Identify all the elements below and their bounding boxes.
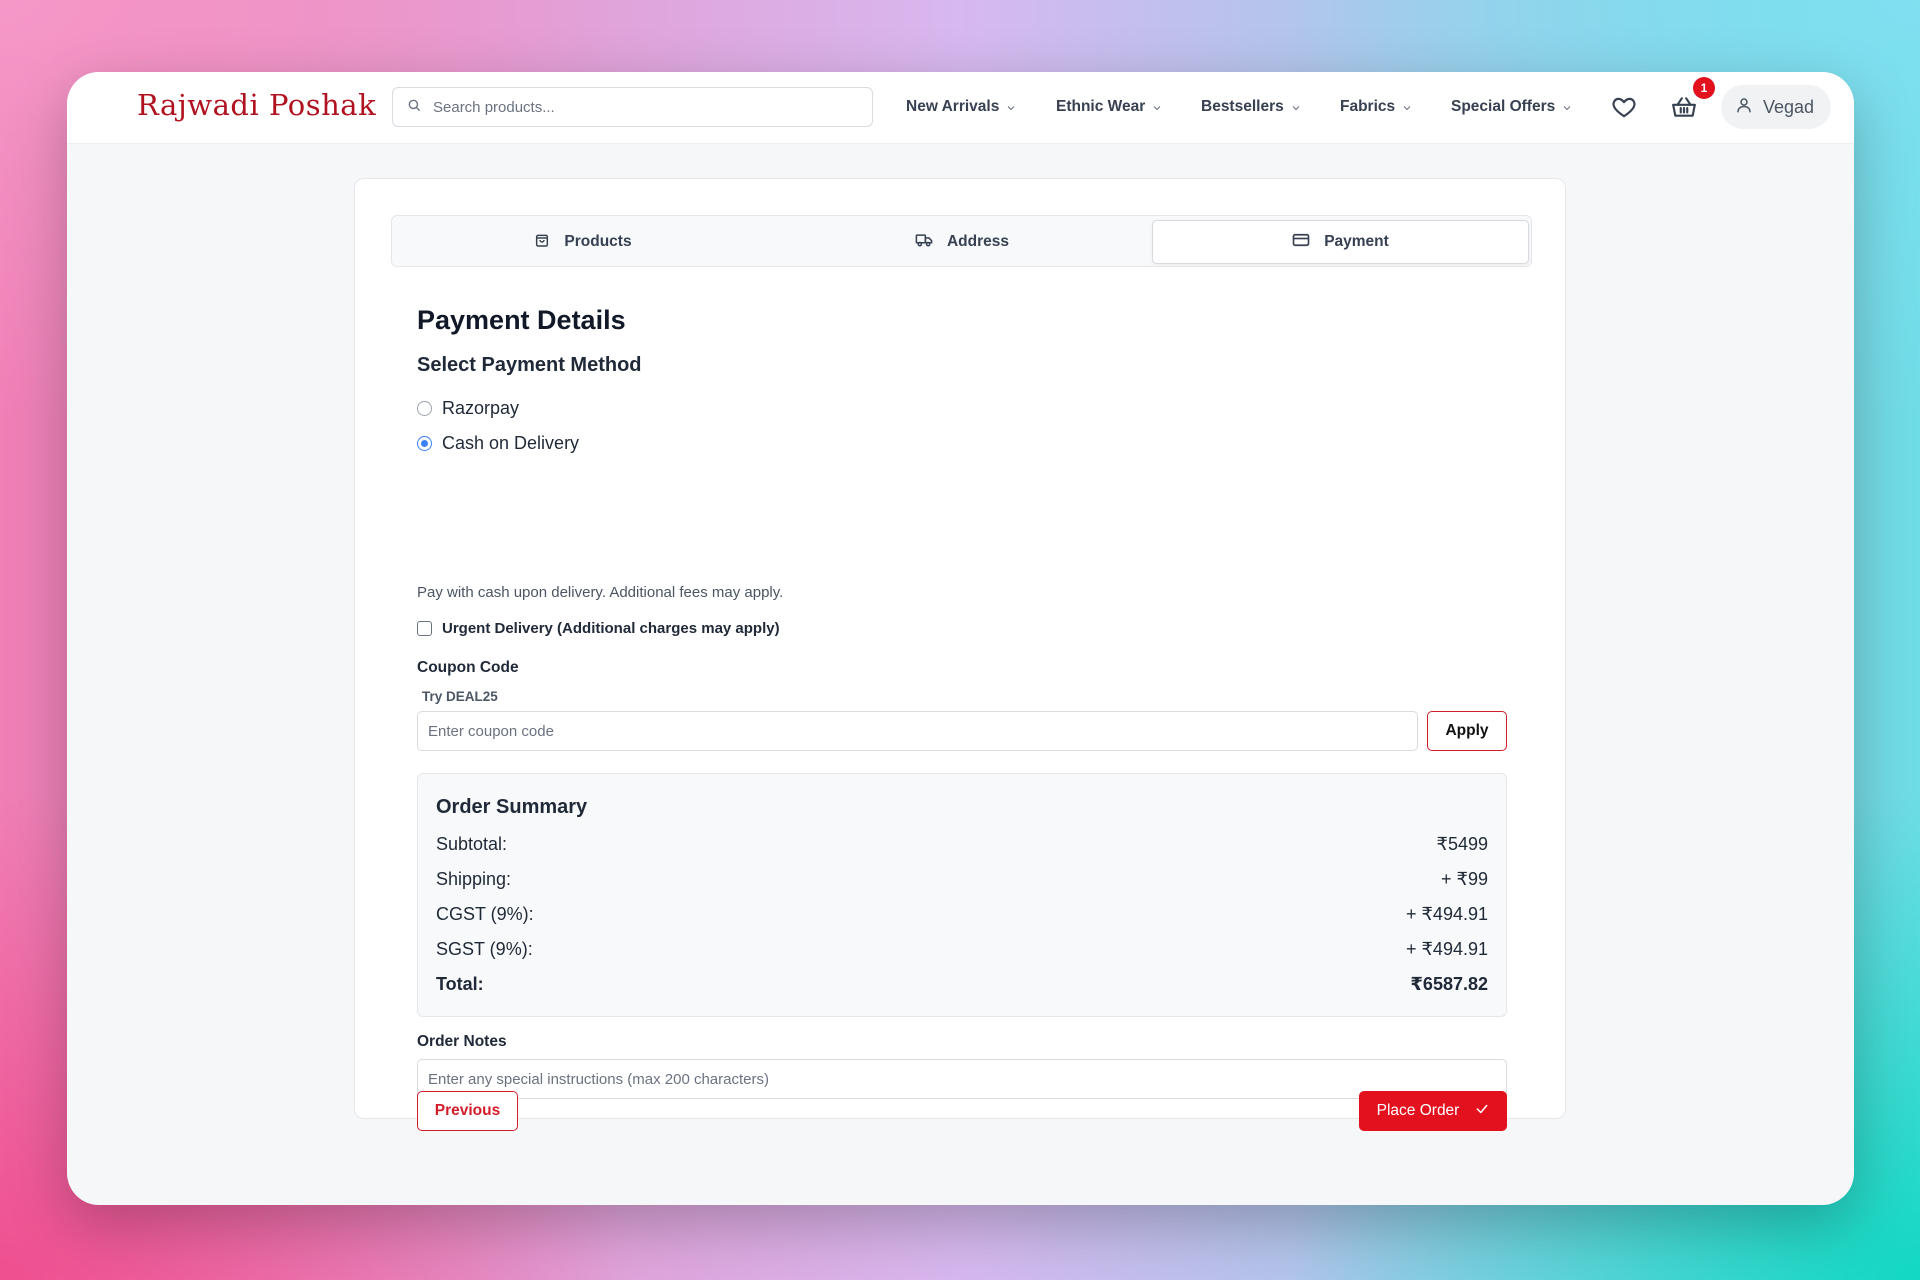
urgent-delivery-label: Urgent Delivery (Additional charges may … — [442, 620, 780, 637]
order-summary: Order Summary Subtotal: ₹5499 Shipping: … — [417, 773, 1507, 1017]
step-products[interactable]: Products — [396, 220, 770, 264]
summary-value: + ₹494.91 — [1405, 939, 1488, 959]
chevron-down-icon — [1561, 101, 1573, 113]
step-label: Address — [946, 233, 1010, 250]
nav-fabrics[interactable]: Fabrics — [1340, 98, 1413, 116]
coupon-input[interactable] — [417, 711, 1418, 751]
place-order-button[interactable]: Place Order — [1359, 1091, 1507, 1131]
summary-row-sgst: SGST (9%): + ₹494.91 — [436, 939, 1488, 960]
search-input[interactable] — [433, 98, 853, 116]
payment-option-label: Razorpay — [442, 398, 520, 418]
cod-radio[interactable] — [417, 436, 432, 451]
nav-label: New Arrivals — [906, 98, 1000, 115]
summary-label: Subtotal: — [436, 834, 508, 854]
nav-label: Special Offers — [1451, 98, 1556, 115]
chevron-down-icon — [1290, 101, 1302, 113]
wishlist-button[interactable] — [1611, 94, 1637, 125]
step-payment[interactable]: Payment — [1152, 220, 1529, 264]
page-title: Payment Details — [417, 305, 626, 335]
cart-count-badge: 1 — [1693, 77, 1715, 99]
nav-ethnic-wear[interactable]: Ethnic Wear — [1056, 98, 1163, 116]
order-notes-label: Order Notes — [417, 1033, 507, 1050]
urgent-delivery-option[interactable]: Urgent Delivery (Additional charges may … — [417, 620, 780, 637]
search-icon — [407, 98, 421, 117]
coupon-label: Coupon Code — [417, 659, 519, 676]
summary-label: CGST (9%): — [436, 904, 534, 924]
total-label: Total: — [436, 974, 484, 994]
summary-value: + ₹99 — [1441, 869, 1488, 889]
search-box[interactable] — [392, 87, 873, 127]
nav-bestsellers[interactable]: Bestsellers — [1201, 98, 1302, 116]
heart-icon — [1611, 97, 1637, 124]
step-label: Payment — [1324, 233, 1389, 250]
user-menu[interactable]: Vegad — [1721, 85, 1831, 129]
user-icon — [1735, 96, 1753, 119]
summary-value: ₹5499 — [1436, 834, 1489, 854]
order-summary-title: Order Summary — [436, 796, 588, 818]
check-icon — [1475, 1102, 1489, 1121]
user-name: Vegad — [1763, 96, 1815, 117]
checkout-steps: Products Address Payment — [391, 215, 1532, 267]
chevron-down-icon — [1151, 101, 1163, 113]
summary-label: Shipping: — [436, 869, 512, 889]
browser-window: Rajwadi Poshak New Arrivals Ethnic Wear … — [67, 72, 1854, 1205]
checkout-card: Products Address Payment Payment Details… — [354, 178, 1566, 1131]
summary-row-total: Total: ₹6587.82 — [436, 974, 1488, 995]
apply-coupon-button[interactable]: Apply — [1427, 711, 1507, 751]
order-notes-input[interactable] — [417, 1059, 1507, 1099]
summary-value: + ₹494.91 — [1405, 904, 1488, 924]
payment-option-cod[interactable]: Cash on Delivery — [417, 433, 579, 454]
nav-new-arrivals[interactable]: New Arrivals — [906, 98, 1017, 116]
truck-icon — [915, 232, 933, 253]
step-label: Products — [564, 233, 632, 250]
chevron-down-icon — [1005, 101, 1017, 113]
brand-logo[interactable]: Rajwadi Poshak — [137, 88, 376, 122]
summary-row-cgst: CGST (9%): + ₹494.91 — [436, 904, 1488, 925]
total-value: ₹6587.82 — [1410, 974, 1488, 994]
nav-label: Ethnic Wear — [1056, 98, 1146, 115]
top-navbar: Rajwadi Poshak New Arrivals Ethnic Wear … — [67, 72, 1854, 144]
chevron-down-icon — [1401, 101, 1413, 113]
coupon-hint: Try DEAL25 — [422, 689, 498, 704]
step-address[interactable]: Address — [775, 220, 1149, 264]
nav-label: Fabrics — [1340, 98, 1396, 115]
nav-label: Bestsellers — [1201, 98, 1284, 115]
shopping-bag-icon — [534, 232, 550, 253]
credit-card-icon — [1292, 233, 1310, 252]
nav-special-offers[interactable]: Special Offers — [1451, 98, 1573, 116]
urgent-delivery-checkbox[interactable] — [417, 621, 432, 636]
cart-button[interactable] — [1671, 94, 1697, 125]
payment-note: Pay with cash upon delivery. Additional … — [417, 584, 784, 601]
summary-row-subtotal: Subtotal: ₹5499 — [436, 834, 1488, 855]
payment-method-heading: Select Payment Method — [417, 354, 642, 376]
summary-label: SGST (9%): — [436, 939, 533, 959]
previous-button[interactable]: Previous — [417, 1091, 518, 1131]
payment-option-label: Cash on Delivery — [442, 433, 580, 453]
payment-option-razorpay[interactable]: Razorpay — [417, 398, 519, 419]
place-order-label: Place Order — [1376, 1102, 1460, 1119]
shopping-basket-icon — [1671, 97, 1697, 124]
razorpay-radio[interactable] — [417, 401, 432, 416]
summary-row-shipping: Shipping: + ₹99 — [436, 869, 1488, 890]
